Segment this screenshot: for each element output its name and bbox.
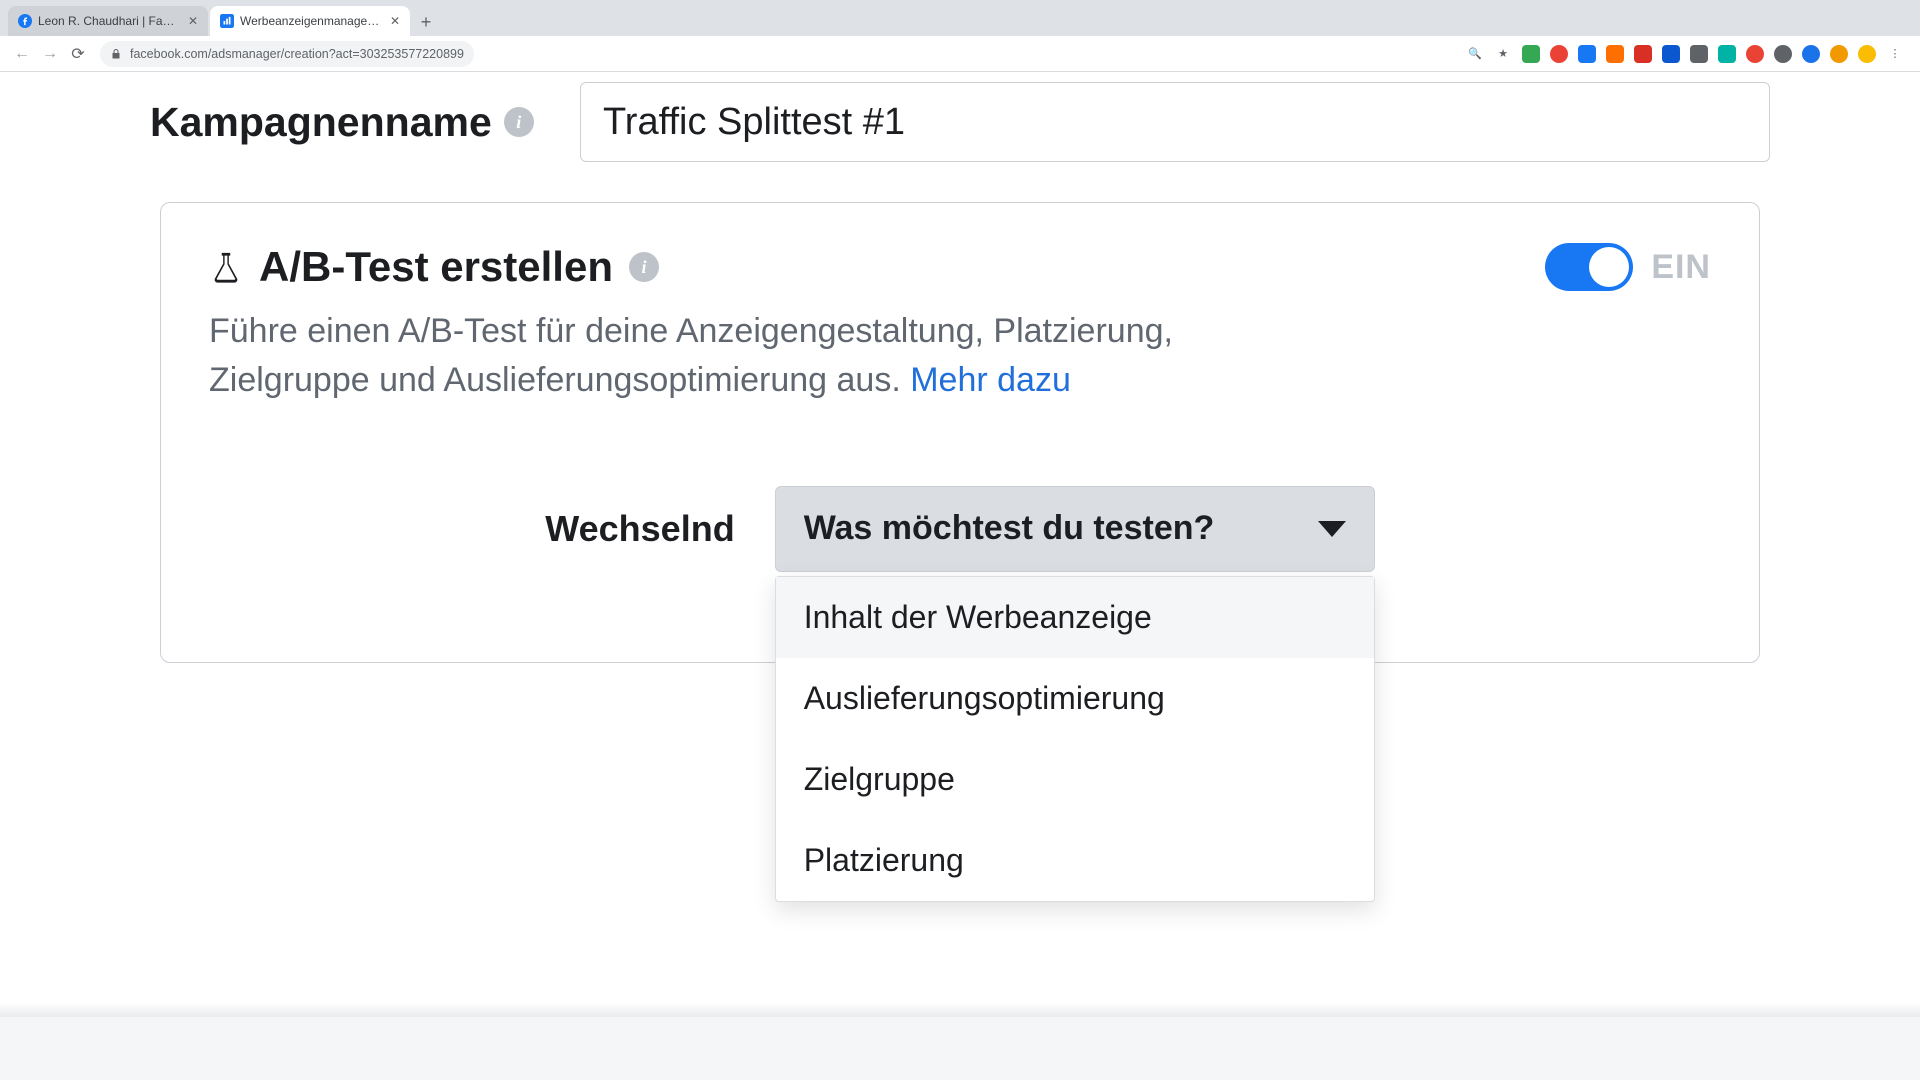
campaign-name-input[interactable] — [580, 82, 1770, 162]
variable-dropdown: Inhalt der Werbeanzeige Auslieferungsopt… — [775, 576, 1375, 902]
tab-strip: Leon R. Chaudhari | Facebook ✕ Werbeanze… — [0, 0, 1920, 36]
menu-icon[interactable]: ⋮ — [1886, 45, 1904, 63]
learn-more-link[interactable]: Mehr dazu — [910, 361, 1071, 399]
close-icon[interactable]: ✕ — [390, 14, 400, 28]
extension-icon[interactable] — [1718, 45, 1736, 63]
close-icon[interactable]: ✕ — [188, 14, 198, 28]
ab-test-card: A/B-Test erstellen i EIN Führe einen A/B… — [160, 202, 1760, 663]
ab-test-title-wrap: A/B-Test erstellen i — [209, 243, 659, 291]
dropdown-option[interactable]: Inhalt der Werbeanzeige — [776, 577, 1374, 658]
reload-button[interactable]: ⟳ — [64, 40, 92, 68]
dropdown-option[interactable]: Zielgruppe — [776, 739, 1374, 820]
campaign-name-label-wrap: Kampagnenname i — [150, 99, 580, 146]
url-input[interactable]: facebook.com/adsmanager/creation?act=303… — [100, 41, 474, 67]
page-divider — [0, 1003, 1920, 1017]
extension-icon[interactable] — [1634, 45, 1652, 63]
flask-icon — [209, 250, 243, 284]
toggle-knob — [1589, 247, 1629, 287]
browser-tab[interactable]: Leon R. Chaudhari | Facebook ✕ — [8, 6, 208, 36]
extension-icon[interactable] — [1690, 45, 1708, 63]
toggle-state-label: EIN — [1651, 248, 1711, 287]
extension-icon[interactable] — [1746, 45, 1764, 63]
info-icon[interactable]: i — [504, 107, 534, 137]
campaign-name-row: Kampagnenname i — [110, 82, 1810, 162]
address-bar: ← → ⟳ facebook.com/adsmanager/creation?a… — [0, 36, 1920, 72]
forward-button[interactable]: → — [36, 40, 64, 68]
ab-test-toggle[interactable] — [1545, 243, 1633, 291]
variable-select-label: Wechselnd — [545, 508, 734, 550]
variable-select-button[interactable]: Was möchtest du testen? — [775, 486, 1375, 572]
new-tab-button[interactable]: + — [412, 8, 440, 36]
profile-avatar-icon[interactable] — [1858, 45, 1876, 63]
extension-icon[interactable]: 🔍 — [1466, 45, 1484, 63]
ab-test-header: A/B-Test erstellen i EIN — [209, 243, 1711, 291]
extension-icon[interactable] — [1578, 45, 1596, 63]
adsmanager-favicon-icon — [220, 14, 234, 28]
page-content: Kampagnenname i A/B-Test erstellen i EIN… — [0, 72, 1920, 1017]
ab-test-title: A/B-Test erstellen — [259, 243, 613, 291]
browser-chrome: Leon R. Chaudhari | Facebook ✕ Werbeanze… — [0, 0, 1920, 72]
url-text: facebook.com/adsmanager/creation?act=303… — [130, 47, 464, 61]
toolbar-icons: 🔍 ★ ⋮ — [1466, 45, 1912, 63]
back-button[interactable]: ← — [8, 40, 36, 68]
chevron-down-icon — [1318, 521, 1346, 537]
ab-test-toggle-wrap: EIN — [1545, 243, 1711, 291]
extension-icon[interactable] — [1522, 45, 1540, 63]
dropdown-option[interactable]: Platzierung — [776, 820, 1374, 901]
variable-select: Was möchtest du testen? Inhalt der Werbe… — [775, 486, 1375, 572]
extension-icon[interactable] — [1802, 45, 1820, 63]
variable-select-row: Wechselnd Was möchtest du testen? Inhalt… — [209, 486, 1711, 572]
extension-icon[interactable]: ★ — [1494, 45, 1512, 63]
facebook-favicon-icon — [18, 14, 32, 28]
dropdown-option[interactable]: Auslieferungsoptimierung — [776, 658, 1374, 739]
extension-icon[interactable] — [1606, 45, 1624, 63]
extension-icon[interactable] — [1550, 45, 1568, 63]
info-icon[interactable]: i — [629, 252, 659, 282]
extension-icon[interactable] — [1774, 45, 1792, 63]
lock-icon — [110, 48, 122, 60]
extension-icon[interactable] — [1662, 45, 1680, 63]
ab-test-description: Führe einen A/B-Test für deine Anzeigeng… — [209, 307, 1309, 406]
variable-select-placeholder: Was möchtest du testen? — [804, 509, 1298, 548]
tab-title: Werbeanzeigenmanager - Cre… — [240, 14, 382, 28]
tab-title: Leon R. Chaudhari | Facebook — [38, 14, 180, 28]
browser-tab[interactable]: Werbeanzeigenmanager - Cre… ✕ — [210, 6, 410, 36]
extension-icon[interactable] — [1830, 45, 1848, 63]
campaign-name-label: Kampagnenname — [150, 99, 492, 146]
